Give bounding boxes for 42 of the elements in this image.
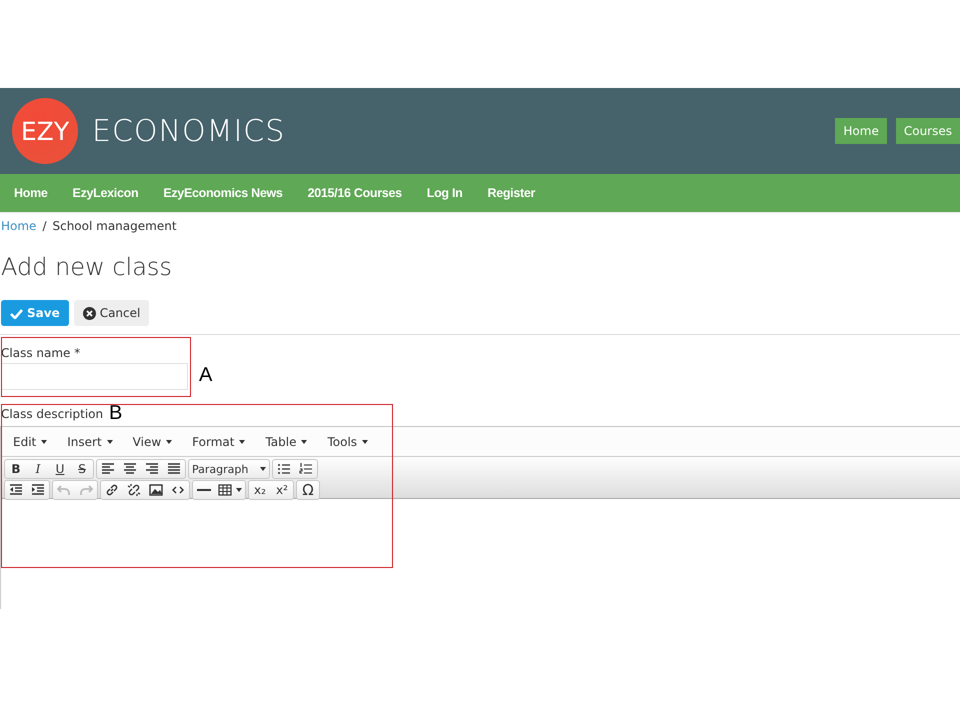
align-right-icon — [145, 462, 159, 476]
annotation-label: A — [199, 364, 212, 387]
bold-button[interactable]: B — [5, 460, 27, 478]
field-label: Class name * — [1, 346, 82, 360]
cancel-button[interactable]: Cancel — [74, 300, 150, 326]
logo-mark: EZY — [12, 98, 78, 164]
italic-button[interactable]: I — [27, 460, 49, 478]
align-left-icon — [101, 462, 115, 476]
image-icon — [149, 483, 163, 497]
symbol-button[interactable]: Ω — [297, 481, 319, 499]
align-center-icon — [123, 462, 137, 476]
undo-icon — [57, 483, 71, 497]
bullets-icon — [277, 462, 291, 476]
check-icon — [10, 308, 23, 318]
superscript-button[interactable]: x² — [271, 481, 293, 499]
outdent-icon — [9, 483, 23, 497]
breadcrumb-link[interactable]: Home — [1, 219, 36, 233]
editor-menu[interactable]: Tools — [319, 434, 376, 448]
editor-menu[interactable]: Insert — [59, 434, 121, 448]
link-icon — [105, 483, 119, 497]
page-title: Add new class — [1, 253, 173, 281]
breadcrumb-separator: / — [42, 219, 46, 233]
editor-menu[interactable]: View — [124, 434, 180, 448]
close-icon — [82, 306, 96, 320]
editor-menu[interactable]: Format — [184, 434, 254, 448]
annotation-label: B — [109, 402, 122, 425]
editor-menu[interactable]: Table — [257, 434, 316, 448]
unlink-icon — [127, 483, 141, 497]
field-label: Class description — [1, 407, 104, 421]
justify-icon — [167, 462, 181, 476]
underline-button[interactable]: U — [49, 460, 71, 478]
indent-icon — [31, 483, 45, 497]
numbers-icon — [299, 462, 313, 476]
editor-menu[interactable]: Edit — [5, 434, 56, 448]
redo-icon — [79, 483, 93, 497]
table-icon — [218, 483, 232, 497]
subscript-button[interactable]: x₂ — [249, 481, 271, 499]
logo-text: ECONOMICS — [92, 114, 286, 148]
strike-button[interactable]: S — [71, 460, 93, 478]
breadcrumb-current: School management — [52, 219, 177, 233]
format-select[interactable]: Paragraph — [189, 460, 269, 478]
class-name-input[interactable] — [1, 363, 188, 390]
